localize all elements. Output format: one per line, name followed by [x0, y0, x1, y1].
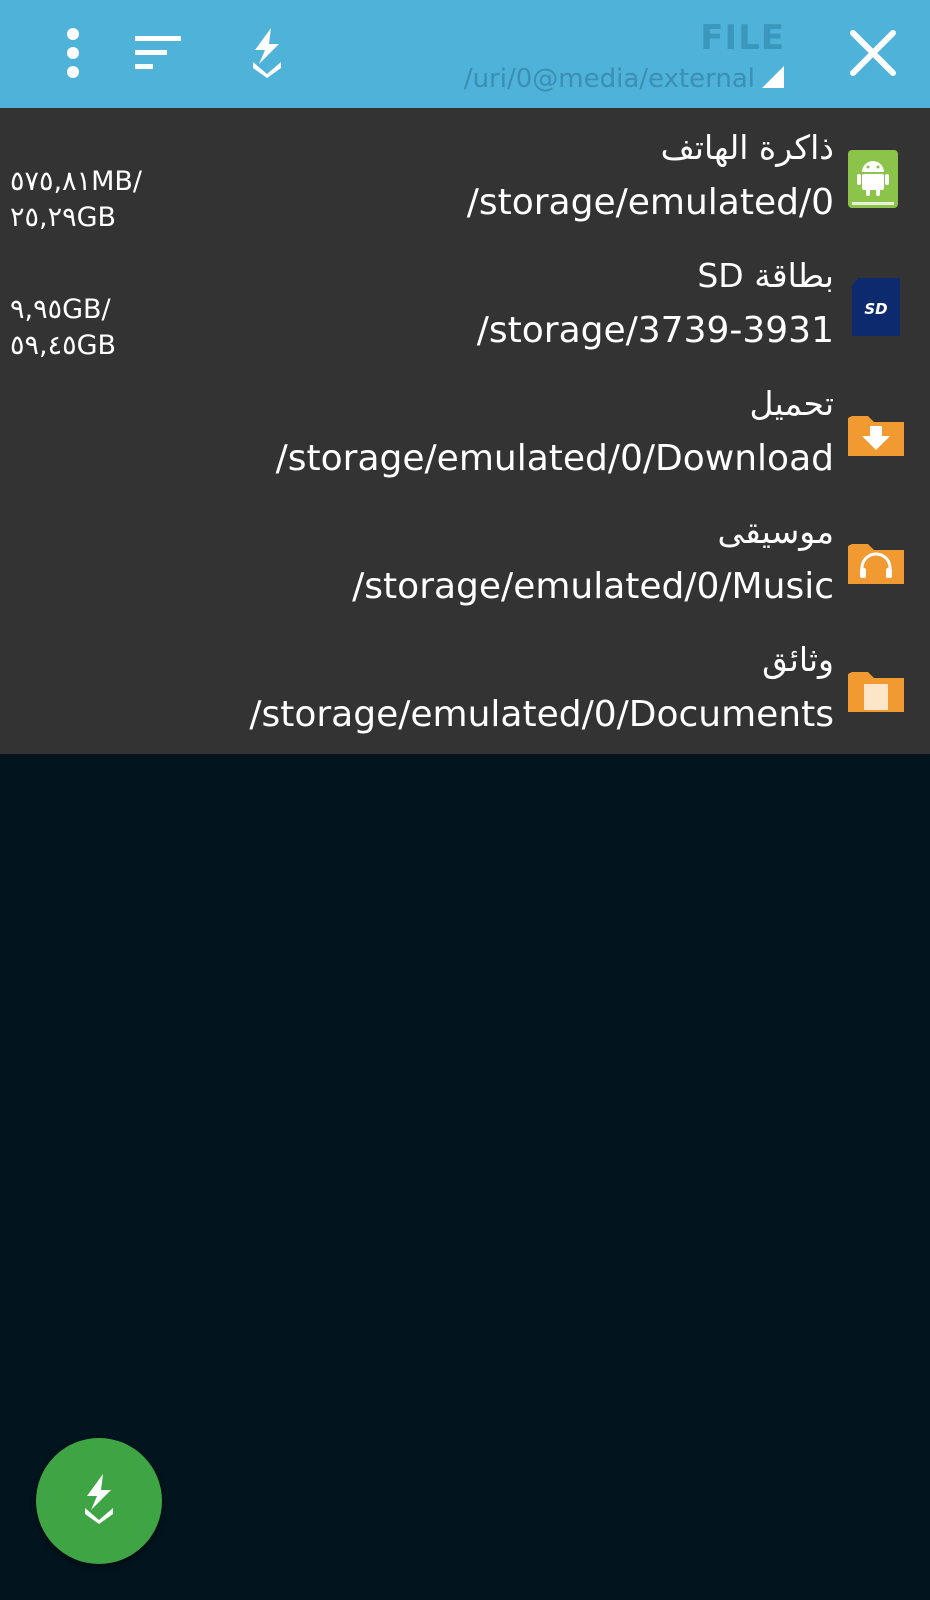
music-folder-icon — [844, 532, 908, 596]
download-app-icon[interactable] — [232, 18, 302, 88]
storage-label: بطاقة SD — [697, 256, 834, 295]
storage-label: موسيقى — [717, 512, 834, 551]
storage-row-sd[interactable]: ٩,٩٥GB/ ٥٩,٤٥GB بطاقة SD /storage/3739-3… — [0, 242, 930, 370]
storage-row-music[interactable]: موسيقى /storage/emulated/0/Music — [0, 498, 930, 626]
storage-path: /storage/emulated/0/Documents — [249, 694, 834, 735]
sort-icon[interactable] — [124, 18, 194, 88]
sd-card-icon: SD — [844, 276, 908, 340]
storage-row-phone[interactable]: ٥٧٥,٨١MB/ ٢٥,٢٩GB ذاكرة الهاتف /storage/… — [0, 114, 930, 242]
toolbar-title: FILE — [700, 18, 785, 58]
storage-list: ٥٧٥,٨١MB/ ٢٥,٢٩GB ذاكرة الهاتف /storage/… — [0, 108, 930, 754]
download-icon — [81, 1474, 117, 1528]
more-vert-icon[interactable] — [38, 18, 108, 88]
android-storage-icon — [844, 148, 908, 212]
download-folder-icon — [844, 404, 908, 468]
storage-path: /storage/3739-3931 — [476, 310, 834, 351]
storage-label: وثائق — [762, 640, 834, 679]
dropdown-triangle-icon[interactable] — [762, 66, 784, 88]
top-toolbar: FILE /uri/0@media/external — [0, 0, 930, 108]
toolbar-path: /uri/0@media/external — [463, 64, 755, 94]
storage-path: /storage/emulated/0/Download — [275, 438, 834, 479]
documents-folder-icon — [844, 660, 908, 724]
storage-path: /storage/emulated/0 — [466, 182, 834, 223]
storage-path: /storage/emulated/0/Music — [352, 566, 834, 607]
storage-row-download[interactable]: تحميل /storage/emulated/0/Download — [0, 370, 930, 498]
storage-size: ٥٧٥,٨١MB/ ٢٥,٢٩GB — [10, 166, 143, 233]
svg-text:SD: SD — [864, 300, 887, 318]
storage-row-documents[interactable]: وثائق /storage/emulated/0/Documents — [0, 626, 930, 754]
storage-size: ٩,٩٥GB/ ٥٩,٤٥GB — [10, 294, 117, 361]
storage-label: تحميل — [749, 384, 834, 423]
close-icon[interactable] — [838, 18, 908, 88]
download-fab[interactable] — [36, 1438, 162, 1564]
storage-label: ذاكرة الهاتف — [660, 128, 834, 167]
